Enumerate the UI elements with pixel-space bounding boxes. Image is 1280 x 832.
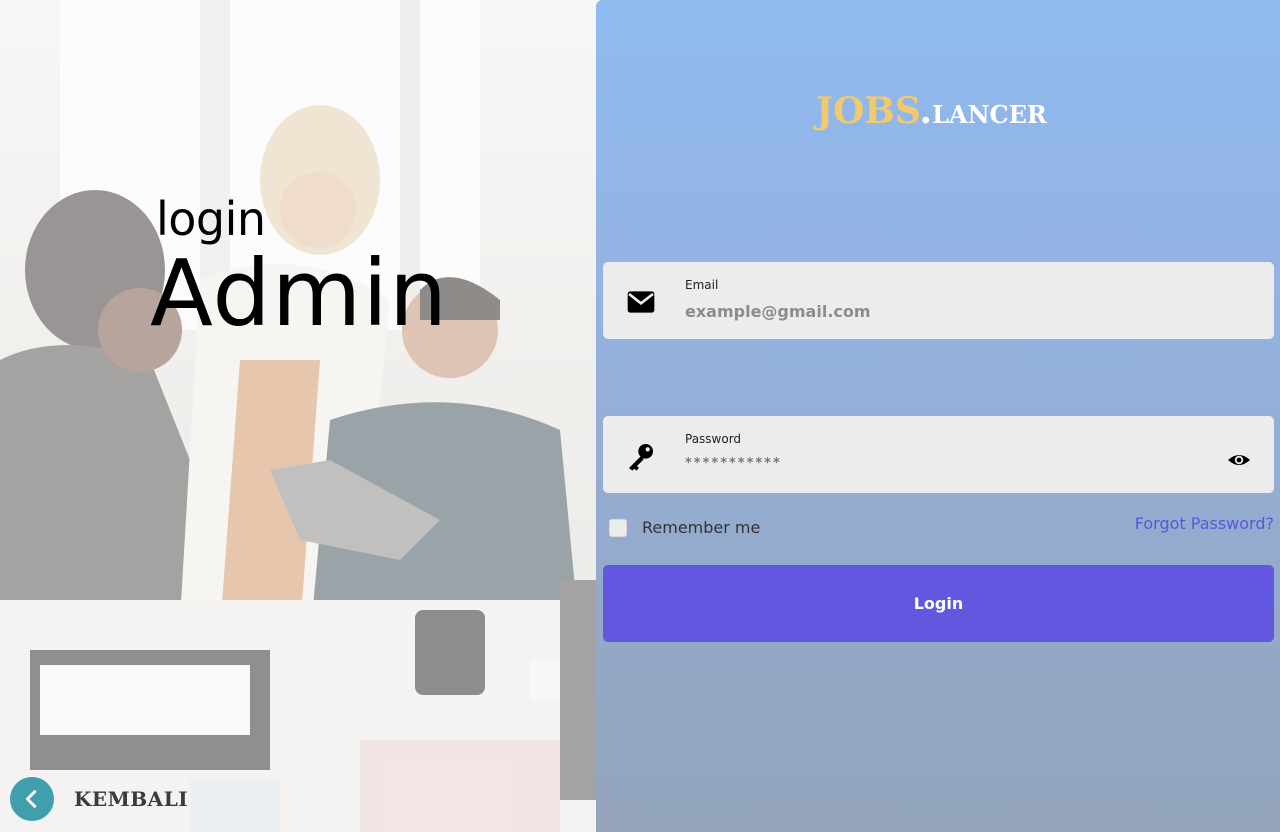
password-label: Password <box>685 432 742 446</box>
mail-icon <box>625 286 657 318</box>
eye-icon[interactable] <box>1227 448 1251 472</box>
brand-logo-part1: JOBS <box>816 90 920 132</box>
password-field[interactable]: Password *********** <box>603 416 1274 493</box>
email-input[interactable] <box>685 298 1205 324</box>
remember-me[interactable]: Remember me <box>609 518 760 537</box>
chevron-left-icon[interactable] <box>10 777 54 821</box>
photo-overlay <box>0 0 596 832</box>
back-label[interactable]: KEMBALI <box>74 787 188 811</box>
forgot-password-link[interactable]: Forgot Password? <box>1135 514 1274 533</box>
remember-checkbox[interactable] <box>609 518 627 537</box>
hero-subtitle: login <box>156 192 266 246</box>
key-icon <box>625 440 657 472</box>
hero-title: Admin <box>150 240 449 347</box>
brand-logo-part2: LANCER <box>932 100 1047 129</box>
remember-label[interactable]: Remember me <box>642 518 760 537</box>
email-field[interactable]: Email <box>603 262 1274 339</box>
brand-logo: JOBS.LANCER <box>816 90 1047 132</box>
login-button[interactable]: Login <box>603 565 1274 642</box>
hero-panel: login Admin KEMBALI <box>0 0 596 832</box>
password-input[interactable]: *********** <box>685 456 1205 482</box>
brand-logo-dot: . <box>919 90 933 132</box>
login-panel: JOBS.LANCER Email Password *********** <box>596 0 1280 832</box>
back-button[interactable]: KEMBALI <box>10 777 188 821</box>
email-label: Email <box>685 278 719 292</box>
